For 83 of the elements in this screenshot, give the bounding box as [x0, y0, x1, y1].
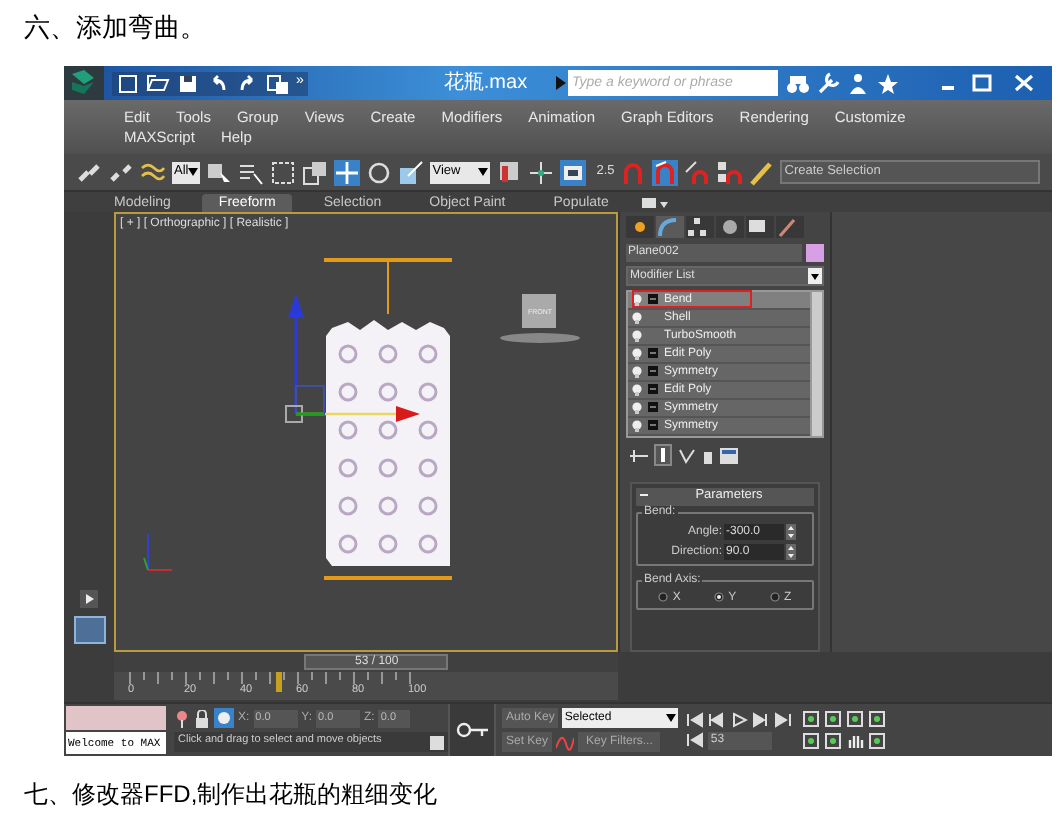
sun-icon[interactable] — [626, 215, 654, 238]
hammer-icon[interactable] — [776, 215, 804, 238]
monitor-icon[interactable] — [560, 159, 587, 186]
step-forward-icon[interactable] — [752, 711, 771, 727]
expand-box-icon[interactable] — [648, 348, 658, 359]
lightbulb-icon[interactable] — [632, 383, 642, 396]
window-title: 花瓶.max — [443, 73, 528, 93]
rotate-icon[interactable] — [366, 159, 393, 186]
heading: 六、添加弯曲。 — [22, 10, 208, 46]
hierarchy-icon[interactable] — [686, 215, 714, 238]
key-icon[interactable] — [456, 722, 488, 738]
expand-box-icon[interactable] — [648, 402, 658, 413]
highlight-frame — [632, 290, 752, 309]
wave-icon[interactable] — [140, 159, 166, 186]
viewcube-drawing — [500, 293, 580, 343]
curve-icon[interactable] — [656, 215, 684, 238]
scrollbar[interactable] — [810, 291, 822, 436]
cursor-select-icon[interactable] — [206, 159, 233, 186]
collapse-icon — [640, 494, 648, 499]
play-icon[interactable] — [80, 589, 98, 608]
expand-box-icon[interactable] — [648, 384, 658, 395]
move-gizmo-icon — [285, 293, 420, 423]
lightbulb-icon[interactable] — [632, 347, 642, 360]
skip-start-icon[interactable] — [686, 732, 705, 748]
monitor-icon[interactable] — [746, 215, 774, 238]
play-icon[interactable] — [730, 711, 749, 727]
dashed-rectangle-icon[interactable] — [270, 159, 297, 186]
scale-icon[interactable] — [398, 159, 425, 186]
axis-tripod-icon — [143, 532, 173, 571]
lightbulb-icon[interactable] — [632, 293, 642, 306]
curve-icon[interactable] — [556, 733, 575, 751]
wrench-icon[interactable] — [816, 71, 840, 95]
new-file-icon[interactable] — [116, 71, 140, 95]
lock-icon[interactable] — [194, 709, 210, 727]
lightbulb-icon[interactable] — [632, 419, 642, 432]
save-icon[interactable] — [176, 71, 200, 95]
angle-magnet-icon[interactable] — [652, 159, 679, 186]
skip-start-icon[interactable] — [686, 711, 705, 727]
app-logo-icon[interactable] — [64, 66, 104, 100]
expand-box-icon[interactable] — [648, 420, 658, 431]
lightbulb-icon[interactable] — [632, 365, 642, 378]
pin-stack-icon[interactable] — [630, 447, 648, 464]
footer-text: 七、修改器FFD,制作出花瓶的粗细变化 — [22, 778, 440, 812]
copy-icon[interactable] — [266, 71, 290, 95]
pivot-icon[interactable] — [496, 159, 523, 186]
expand-box-icon[interactable] — [648, 294, 658, 305]
ribbon-options-icon[interactable] — [640, 195, 669, 212]
pin-icon[interactable] — [174, 709, 190, 727]
expand-box-icon[interactable] — [648, 366, 658, 377]
make-unique-icon[interactable] — [678, 447, 696, 464]
absolute-mode-icon[interactable] — [214, 708, 234, 728]
spinner-icon[interactable] — [786, 543, 796, 560]
binoculars-icon[interactable] — [786, 71, 810, 95]
grid-icon[interactable] — [430, 735, 444, 749]
caret-icon — [188, 168, 199, 177]
mini-viewport-button[interactable] — [73, 615, 105, 644]
skip-end-icon[interactable] — [774, 711, 793, 727]
configure-icon[interactable] — [720, 447, 738, 464]
caret-icon — [808, 267, 822, 284]
time-marker[interactable] — [275, 671, 282, 692]
step-back-icon[interactable] — [708, 711, 727, 727]
open-folder-icon[interactable] — [146, 71, 170, 95]
crosshair-icon[interactable] — [528, 159, 555, 186]
lightbulb-icon[interactable] — [632, 311, 642, 324]
percent-magnet-icon[interactable] — [684, 159, 711, 186]
listener-input-field[interactable] — [66, 706, 166, 730]
list-select-icon[interactable] — [238, 159, 265, 186]
broken-link-icon[interactable] — [108, 159, 134, 186]
pencil-icon[interactable] — [748, 159, 775, 186]
remove-modifier-icon[interactable] — [702, 447, 714, 464]
lightbulb-icon[interactable] — [632, 401, 642, 414]
star-icon[interactable] — [876, 71, 900, 95]
window-crossing-icon[interactable] — [302, 159, 329, 186]
color-swatch[interactable] — [806, 243, 824, 262]
caret-icon — [478, 168, 489, 177]
person-icon[interactable] — [846, 71, 870, 95]
end-result-icon[interactable] — [654, 444, 672, 467]
spinner-icon[interactable] — [786, 523, 796, 540]
spinner-magnet-icon[interactable] — [716, 159, 743, 186]
move-icon[interactable] — [334, 159, 361, 186]
lightbulb-icon[interactable] — [632, 329, 642, 342]
caret-icon — [666, 714, 677, 722]
chain-link-icon[interactable] — [76, 159, 102, 186]
